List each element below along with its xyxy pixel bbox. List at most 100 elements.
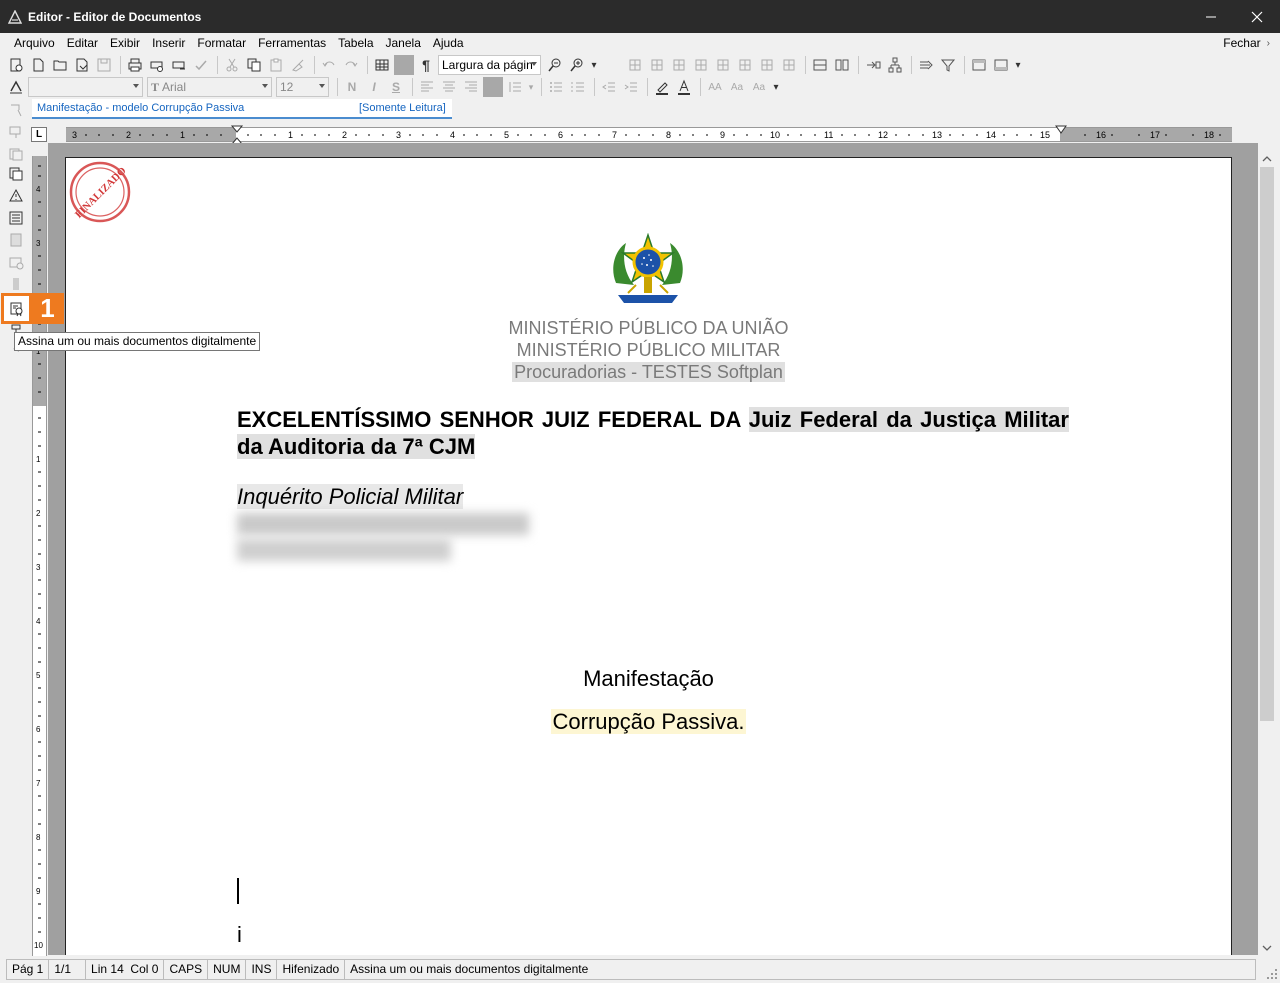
lock-button[interactable] [7, 275, 25, 293]
line-spacing-button[interactable] [505, 77, 525, 97]
style-combo[interactable] [28, 77, 143, 97]
show-formatting-button[interactable]: ¶ [416, 55, 436, 75]
underline-button[interactable]: S [386, 77, 406, 97]
open-button[interactable] [50, 55, 70, 75]
table-borders-button[interactable] [757, 55, 777, 75]
insert-table-button[interactable] [372, 55, 392, 75]
menu-arquivo[interactable]: Arquivo [8, 33, 61, 53]
bullets-button[interactable] [546, 77, 566, 97]
frame-button[interactable] [810, 55, 830, 75]
alerts-button[interactable] [7, 187, 25, 205]
zoom-out-button[interactable] [545, 55, 565, 75]
addressee-paragraph[interactable]: EXCELENTÍSSIMO SENHOR JUIZ FEDERAL DA Ju… [237, 406, 1069, 460]
italic-button[interactable]: I [364, 77, 384, 97]
minimize-button[interactable] [1188, 0, 1234, 33]
paste-button[interactable] [266, 55, 286, 75]
more-format-button[interactable]: ▾ [771, 77, 781, 97]
resize-grip-icon[interactable] [1266, 968, 1278, 980]
history-button[interactable] [7, 253, 25, 271]
menu-editar[interactable]: Editar [61, 33, 104, 53]
table-split-button[interactable] [735, 55, 755, 75]
menu-janela[interactable]: Janela [380, 33, 427, 53]
vertical-ruler[interactable]: 4321 1234 5678 910 [32, 156, 47, 956]
bold-button[interactable]: N [342, 77, 362, 97]
format-painter-button[interactable] [288, 55, 308, 75]
document-page[interactable]: FINALIZADO MINISTÉRIO PÚBLICO DA UNIÃO M… [65, 157, 1232, 955]
new-document-button[interactable] [28, 55, 48, 75]
numbering-button[interactable] [568, 77, 588, 97]
outline-button[interactable] [7, 209, 25, 227]
right-indent-marker[interactable] [1055, 125, 1067, 135]
lowercase-button[interactable]: Aa [727, 77, 747, 97]
version-button[interactable] [7, 145, 25, 163]
change-case-button[interactable]: Aa [749, 77, 769, 97]
crime-field[interactable]: Corrupção Passiva. [550, 709, 747, 734]
next-field-button[interactable] [916, 55, 936, 75]
table-delete-col-button[interactable] [691, 55, 711, 75]
font-color-button[interactable] [674, 77, 694, 97]
menu-inserir[interactable]: Inserir [146, 33, 191, 53]
table-merge-button[interactable] [713, 55, 733, 75]
menu-fechar[interactable]: Fechar [1217, 33, 1266, 53]
menu-ajuda[interactable]: Ajuda [427, 33, 470, 53]
spellcheck-button[interactable] [191, 55, 211, 75]
align-center-button[interactable] [439, 77, 459, 97]
tab-stop-selector[interactable]: L [31, 127, 47, 142]
align-left-button[interactable] [417, 77, 437, 97]
print-preview-button[interactable] [147, 55, 167, 75]
procedure-type-field[interactable]: Inquérito Policial Militar [237, 484, 464, 509]
table-insert-row-button[interactable] [625, 55, 645, 75]
highlight-button[interactable] [652, 77, 672, 97]
insert-block-button[interactable] [7, 123, 25, 141]
print-button[interactable] [125, 55, 145, 75]
redo-button[interactable] [341, 55, 361, 75]
new-template-button[interactable] [6, 55, 26, 75]
document-canvas[interactable]: FINALIZADO MINISTÉRIO PÚBLICO DA UNIÃO M… [48, 143, 1258, 955]
scroll-thumb[interactable] [1260, 167, 1274, 721]
procedure-type[interactable]: Inquérito Policial Militar [237, 484, 464, 510]
vertical-scrollbar[interactable] [1258, 150, 1276, 956]
table-props-button[interactable] [779, 55, 799, 75]
uppercase-button[interactable]: AA [705, 77, 725, 97]
print-options-button[interactable] [169, 55, 189, 75]
close-window-button[interactable] [1234, 0, 1280, 33]
decrease-indent-button[interactable] [599, 77, 619, 97]
open-recent-button[interactable] [72, 55, 92, 75]
columns-button[interactable] [832, 55, 852, 75]
field-button[interactable] [863, 55, 883, 75]
zoom-combo[interactable]: Largura da págin [438, 55, 541, 75]
header-footer-button[interactable] [969, 55, 989, 75]
styles-button[interactable] [6, 77, 26, 97]
save-button[interactable] [94, 55, 114, 75]
digital-sign-button[interactable] [1, 293, 32, 324]
menu-ferramentas[interactable]: Ferramentas [252, 33, 332, 53]
zoom-more-button[interactable]: ▾ [589, 55, 599, 75]
documents-button[interactable] [7, 165, 25, 183]
insert-field-button[interactable] [7, 101, 25, 119]
table-insert-col-button[interactable] [647, 55, 667, 75]
scroll-up-button[interactable] [1258, 150, 1276, 167]
cut-button[interactable] [222, 55, 242, 75]
undo-button[interactable] [319, 55, 339, 75]
menu-tabela[interactable]: Tabela [332, 33, 379, 53]
justify-button[interactable] [483, 77, 503, 97]
more-button[interactable]: ▾ [1013, 55, 1023, 75]
toggle-view-button[interactable] [394, 55, 414, 75]
attachments-button[interactable] [7, 231, 25, 249]
font-size-combo[interactable]: 12 [276, 77, 329, 97]
field-tree-button[interactable] [885, 55, 905, 75]
menu-exibir[interactable]: Exibir [104, 33, 146, 53]
menu-formatar[interactable]: Formatar [191, 33, 252, 53]
align-right-button[interactable] [461, 77, 481, 97]
copy-button[interactable] [244, 55, 264, 75]
line-spacing-more[interactable]: ▾ [527, 77, 535, 97]
table-delete-row-button[interactable] [669, 55, 689, 75]
font-combo[interactable]: T Arial [147, 77, 272, 97]
zoom-in-button[interactable] [567, 55, 587, 75]
scroll-down-button[interactable] [1258, 939, 1276, 956]
chevron-right-icon[interactable]: › [1267, 38, 1270, 49]
institution-field[interactable]: Procuradorias - TESTES Softplan [512, 362, 785, 382]
increase-indent-button[interactable] [621, 77, 641, 97]
merge-fields-button[interactable] [938, 55, 958, 75]
page-setup-button[interactable] [991, 55, 1011, 75]
